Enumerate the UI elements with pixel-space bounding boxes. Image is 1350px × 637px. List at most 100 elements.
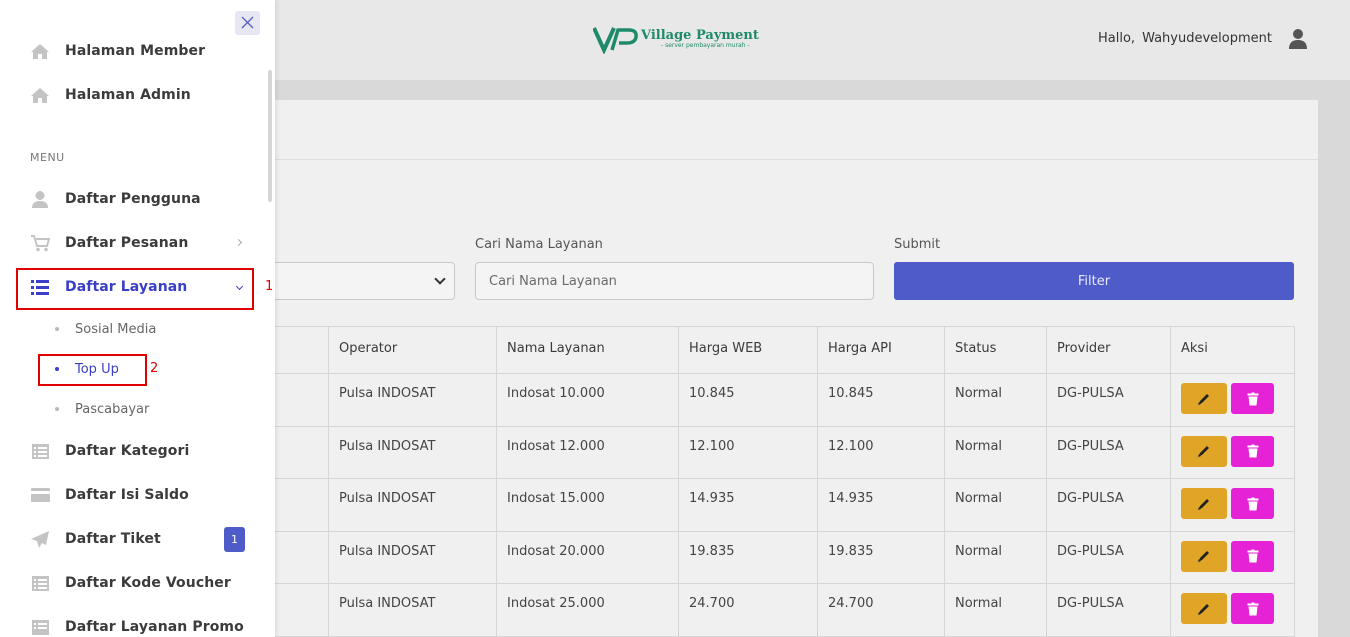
table-row: Pulsa INDOSAT Indosat 15.000 14.935 14.935 N… xyxy=(260,478,1295,532)
delete-button[interactable] xyxy=(1231,540,1274,572)
sidebar-subitem-sosial-media[interactable]: Sosial Media xyxy=(55,319,156,339)
column-header: Provider xyxy=(1046,326,1171,374)
table-cell: Pulsa INDOSAT xyxy=(328,425,497,479)
table-cell: Indosat 20.000 xyxy=(496,530,679,584)
edit-button[interactable] xyxy=(1181,435,1227,467)
table-cell: Normal xyxy=(944,478,1047,532)
delete-button[interactable] xyxy=(1231,383,1274,414)
annotation-number-step-2: 2 xyxy=(150,361,159,376)
table-cell: Normal xyxy=(944,530,1047,584)
column-header: Aksi xyxy=(1170,326,1295,374)
edit-button[interactable] xyxy=(1181,383,1227,414)
username: Wahyudevelopment xyxy=(1142,31,1272,46)
bullet-icon xyxy=(55,407,59,411)
table-cell-actions xyxy=(1170,373,1295,427)
sidebar-item-daftar-pengguna[interactable]: Daftar Pengguna xyxy=(30,184,250,214)
table-row: Pulsa INDOSAT Indosat 10.000 10.845 10.845 N… xyxy=(260,373,1295,427)
edit-button[interactable] xyxy=(1181,593,1227,624)
sidebar-item-label: Daftar Layanan Promo xyxy=(65,619,244,635)
sidebar-item-label: Daftar Isi Saldo xyxy=(65,487,189,503)
sidebar-item-label: Daftar Tiket xyxy=(65,531,161,547)
table-cell: Normal xyxy=(944,425,1047,479)
greeting-prefix: Hallo, xyxy=(1098,31,1136,46)
table-cell: DG-PULSA xyxy=(1046,583,1171,637)
chevron-down-icon xyxy=(434,273,446,285)
search-label: Cari Nama Layanan xyxy=(475,237,603,252)
column-header: Harga API xyxy=(817,326,945,374)
user-account-icon[interactable] xyxy=(1289,29,1307,49)
delete-button[interactable] xyxy=(1231,488,1274,519)
bullet-icon xyxy=(55,327,59,331)
sidebar-item-label: Daftar Pesanan xyxy=(65,235,189,251)
sidebar-item-label: Halaman Admin xyxy=(65,87,191,103)
table-cell: Normal xyxy=(944,373,1047,427)
column-header: Nama Layanan xyxy=(496,326,679,374)
table-cell-actions xyxy=(1170,425,1295,479)
logo-title: Village Payment xyxy=(641,28,759,43)
table-cell-actions xyxy=(1170,478,1295,532)
filter-button[interactable]: Filter xyxy=(894,262,1294,300)
table-row: Pulsa INDOSAT Indosat 25.000 24.700 24.700 N… xyxy=(260,583,1295,637)
edit-button[interactable] xyxy=(1181,488,1227,519)
edit-button[interactable] xyxy=(1181,540,1227,572)
table-cell: DG-PULSA xyxy=(1046,530,1171,584)
table-cell: 10.845 xyxy=(678,373,818,427)
paper-plane-icon xyxy=(30,530,50,548)
sidebar-scrollbar[interactable] xyxy=(268,70,272,202)
table-row: Pulsa INDOSAT Indosat 12.000 12.100 12.100 N… xyxy=(260,425,1295,479)
sidebar-item-halaman-member[interactable]: Halaman Member xyxy=(30,36,250,66)
submit-label: Submit xyxy=(894,237,941,252)
list-alt-icon xyxy=(30,618,50,636)
sidebar-item-daftar-tiket[interactable]: Daftar Tiket xyxy=(30,524,250,554)
sidebar-subitem-label: Sosial Media xyxy=(75,321,157,337)
table-cell: DG-PULSA xyxy=(1046,478,1171,532)
table-cell: 12.100 xyxy=(678,425,818,479)
logo-mark-icon xyxy=(593,27,638,54)
table-cell: 14.935 xyxy=(817,478,945,532)
annotation-box-step-2 xyxy=(38,354,147,386)
logo-subtitle: - server pembayaran murah - xyxy=(661,42,750,49)
table-cell: Pulsa INDOSAT xyxy=(328,373,497,427)
sidebar-subitem-pascabayar[interactable]: Pascabayar xyxy=(55,399,149,419)
sidebar-item-label: Daftar Kode Voucher xyxy=(65,575,231,591)
table-cell: Indosat 10.000 xyxy=(496,373,679,427)
search-input[interactable] xyxy=(475,262,874,300)
table-cell-actions xyxy=(1170,583,1295,637)
sidebar-item-label: Daftar Pengguna xyxy=(65,191,201,207)
ticket-count-badge: 1 xyxy=(224,527,245,552)
sidebar-item-daftar-kode-voucher[interactable]: Daftar Kode Voucher xyxy=(30,568,250,598)
table-cell: 24.700 xyxy=(817,583,945,637)
close-icon xyxy=(241,16,254,29)
table-cell: 12.100 xyxy=(817,425,945,479)
list-alt-icon xyxy=(30,574,50,592)
sidebar-item-halaman-admin[interactable]: Halaman Admin xyxy=(30,80,250,110)
delete-button[interactable] xyxy=(1231,593,1274,624)
cart-icon xyxy=(30,234,50,252)
brand-logo[interactable]: Village Payment - server pembayaran mura… xyxy=(593,24,759,54)
menu-heading: MENU xyxy=(30,151,65,164)
category-select[interactable] xyxy=(260,262,455,300)
sidebar-item-daftar-kategori[interactable]: Daftar Kategori xyxy=(30,436,250,466)
annotation-box-step-1 xyxy=(16,268,254,310)
sidebar-item-daftar-layanan-promo[interactable]: Daftar Layanan Promo xyxy=(30,612,250,637)
home-icon xyxy=(30,86,50,104)
table-cell: 19.835 xyxy=(678,530,818,584)
column-header: Status xyxy=(944,326,1047,374)
home-icon xyxy=(30,42,50,60)
sidebar-item-daftar-isi-saldo[interactable]: Daftar Isi Saldo xyxy=(30,480,250,510)
table-cell: Pulsa INDOSAT xyxy=(328,478,497,532)
user-icon xyxy=(30,190,50,208)
delete-button[interactable] xyxy=(1231,435,1274,467)
sidebar-item-label: Halaman Member xyxy=(65,43,206,59)
column-header: Harga WEB xyxy=(678,326,818,374)
table-cell: Indosat 12.000 xyxy=(496,425,679,479)
table-cell: DG-PULSA xyxy=(1046,425,1171,479)
table-cell: Indosat 25.000 xyxy=(496,583,679,637)
sidebar-item-daftar-pesanan[interactable]: Daftar Pesanan xyxy=(30,228,250,258)
close-sidebar-button[interactable] xyxy=(235,11,260,35)
table-cell: Pulsa INDOSAT xyxy=(328,530,497,584)
credit-card-icon xyxy=(30,486,50,504)
table-cell: 10.845 xyxy=(817,373,945,427)
table-cell: Normal xyxy=(944,583,1047,637)
list-alt-icon xyxy=(30,442,50,460)
